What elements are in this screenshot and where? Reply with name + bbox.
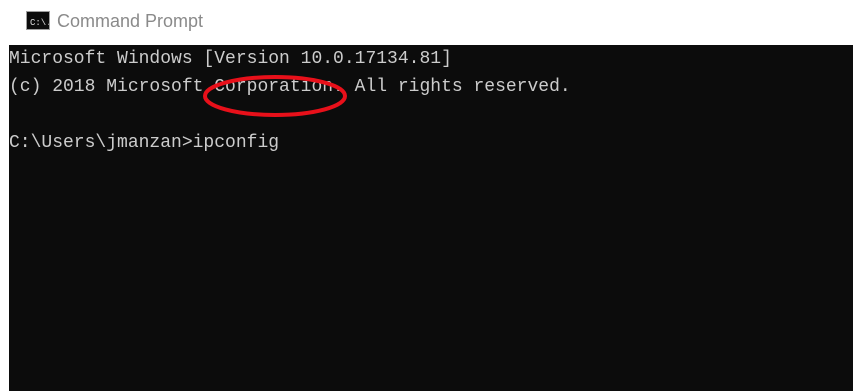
console-output[interactable]: Microsoft Windows [Version 10.0.17134.81… <box>9 45 853 391</box>
title-bar[interactable]: C:\. Command Prompt <box>0 0 853 45</box>
console-line-copyright: (c) 2018 Microsoft Corporation. All righ… <box>9 77 571 97</box>
cmd-icon-glyph: C:\. <box>30 18 49 28</box>
console-line-version: Microsoft Windows [Version 10.0.17134.81… <box>9 49 452 69</box>
console-line-prompt-command: C:\Users\jmanzan>ipconfig <box>9 133 280 153</box>
window-title: Command Prompt <box>57 11 204 31</box>
cmd-icon: C:\. <box>26 11 50 30</box>
command-prompt-window: C:\. Command Prompt Microsoft Windows [V… <box>0 0 853 391</box>
